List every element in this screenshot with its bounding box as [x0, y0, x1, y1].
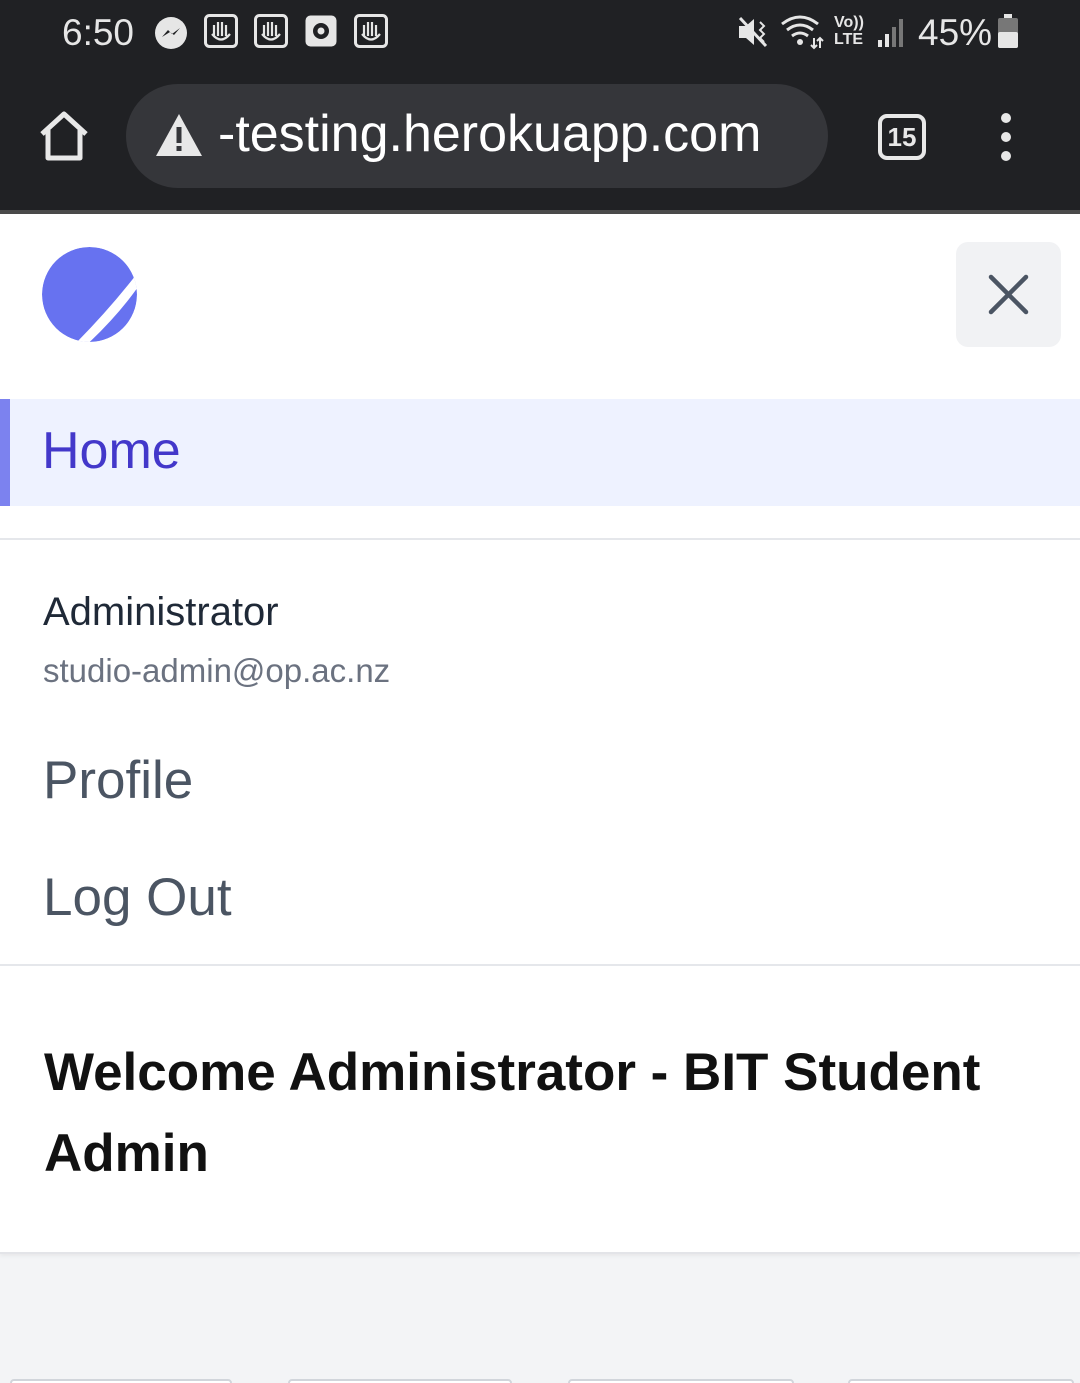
page-heading: Welcome Administrator - BIT Student Admi… [44, 1043, 981, 1183]
hand-app-icon [204, 14, 238, 48]
url-text[interactable]: -testing.herokuapp.com [218, 104, 761, 164]
home-icon[interactable] [36, 108, 92, 164]
volte-icon: Vo)) LTE [834, 14, 864, 48]
more-menu-icon[interactable] [994, 112, 1018, 162]
divider [0, 964, 1080, 966]
record-icon [305, 15, 337, 47]
user-name: Administrator [43, 590, 279, 634]
nav-item-logout[interactable]: Log Out [43, 867, 232, 928]
card-edge [568, 1379, 794, 1383]
signal-icon [878, 19, 903, 47]
tab-switcher-button[interactable]: 15 [878, 114, 926, 160]
hand-app-icon [254, 14, 288, 48]
status-bar: 6:50 Vo)) LTE 45% [0, 0, 1080, 72]
nav-item-home[interactable]: Home [0, 399, 1080, 506]
user-email: studio-admin@op.ac.nz [43, 652, 391, 689]
hand-app-icon [354, 14, 388, 48]
battery-icon [998, 14, 1018, 48]
card-edge [288, 1379, 512, 1383]
messenger-icon [155, 17, 187, 49]
status-time: 6:50 [62, 12, 135, 53]
card-edge [848, 1379, 1074, 1383]
browser-toolbar: -testing.herokuapp.com 15 [0, 72, 1080, 210]
nav-home-label: Home [42, 422, 181, 480]
card-edge [10, 1379, 232, 1383]
planet-logo[interactable] [42, 247, 137, 342]
close-button[interactable] [956, 242, 1061, 347]
mute-vibrate-icon [738, 16, 768, 48]
nav-item-profile[interactable]: Profile [43, 750, 193, 811]
mobile-nav-drawer: Home Administrator studio-admin@op.ac.nz… [0, 214, 1080, 1254]
wifi-icon [781, 15, 824, 50]
address-bar[interactable]: -testing.herokuapp.com [126, 84, 828, 188]
battery-percent: 45% [918, 12, 993, 53]
divider [0, 538, 1080, 540]
close-icon [988, 274, 1029, 315]
warning-triangle-icon[interactable] [154, 112, 204, 158]
